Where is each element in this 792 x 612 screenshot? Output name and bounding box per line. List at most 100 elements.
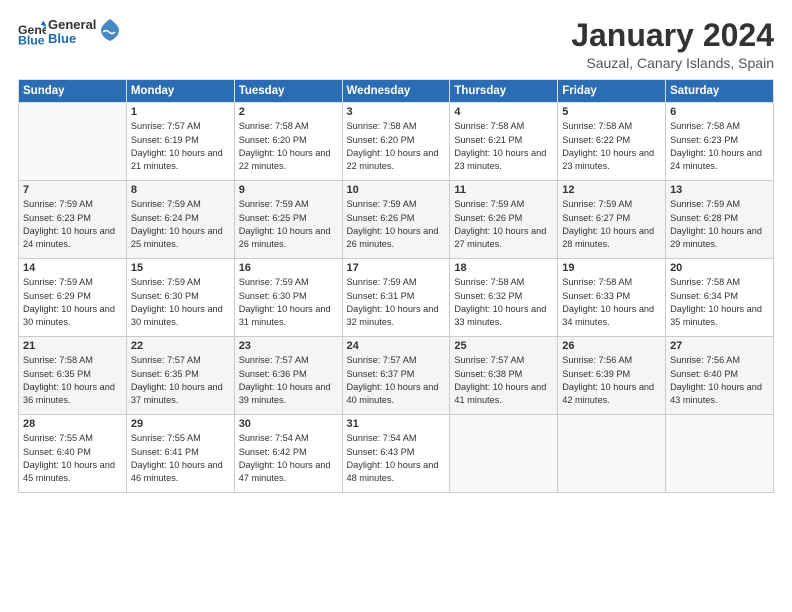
table-row: 24 Sunrise: 7:57 AMSunset: 6:37 PMDaylig… bbox=[342, 337, 450, 415]
cell-content: Sunrise: 7:54 AMSunset: 6:42 PMDaylight:… bbox=[239, 432, 338, 485]
table-row: 27 Sunrise: 7:56 AMSunset: 6:40 PMDaylig… bbox=[666, 337, 774, 415]
day-number: 20 bbox=[670, 262, 769, 274]
day-number: 23 bbox=[239, 340, 338, 352]
table-row: 15 Sunrise: 7:59 AMSunset: 6:30 PMDaylig… bbox=[126, 259, 234, 337]
cell-content: Sunrise: 7:56 AMSunset: 6:40 PMDaylight:… bbox=[670, 354, 769, 407]
table-row bbox=[666, 415, 774, 493]
title-block: January 2024 Sauzal, Canary Islands, Spa… bbox=[571, 18, 774, 71]
day-number: 12 bbox=[562, 184, 661, 196]
page-header: General Blue General Blue January 2024 S… bbox=[18, 18, 774, 71]
calendar-week-row: 7 Sunrise: 7:59 AMSunset: 6:23 PMDayligh… bbox=[19, 181, 774, 259]
table-row: 4 Sunrise: 7:58 AMSunset: 6:21 PMDayligh… bbox=[450, 103, 558, 181]
day-number: 28 bbox=[23, 418, 122, 430]
table-row: 7 Sunrise: 7:59 AMSunset: 6:23 PMDayligh… bbox=[19, 181, 127, 259]
table-row bbox=[558, 415, 666, 493]
cell-content: Sunrise: 7:59 AMSunset: 6:27 PMDaylight:… bbox=[562, 198, 661, 251]
cell-content: Sunrise: 7:59 AMSunset: 6:28 PMDaylight:… bbox=[670, 198, 769, 251]
day-number: 10 bbox=[347, 184, 446, 196]
day-number: 14 bbox=[23, 262, 122, 274]
table-row: 9 Sunrise: 7:59 AMSunset: 6:25 PMDayligh… bbox=[234, 181, 342, 259]
cell-content: Sunrise: 7:59 AMSunset: 6:29 PMDaylight:… bbox=[23, 276, 122, 329]
table-row: 29 Sunrise: 7:55 AMSunset: 6:41 PMDaylig… bbox=[126, 415, 234, 493]
cell-content: Sunrise: 7:57 AMSunset: 6:35 PMDaylight:… bbox=[131, 354, 230, 407]
table-row: 8 Sunrise: 7:59 AMSunset: 6:24 PMDayligh… bbox=[126, 181, 234, 259]
day-number: 30 bbox=[239, 418, 338, 430]
table-row: 6 Sunrise: 7:58 AMSunset: 6:23 PMDayligh… bbox=[666, 103, 774, 181]
cell-content: Sunrise: 7:59 AMSunset: 6:26 PMDaylight:… bbox=[454, 198, 553, 251]
table-row: 11 Sunrise: 7:59 AMSunset: 6:26 PMDaylig… bbox=[450, 181, 558, 259]
col-saturday: Saturday bbox=[666, 80, 774, 103]
day-number: 3 bbox=[347, 106, 446, 118]
table-row: 25 Sunrise: 7:57 AMSunset: 6:38 PMDaylig… bbox=[450, 337, 558, 415]
day-number: 25 bbox=[454, 340, 553, 352]
logo-icon: General Blue bbox=[18, 18, 46, 46]
day-number: 6 bbox=[670, 106, 769, 118]
day-number: 2 bbox=[239, 106, 338, 118]
table-row bbox=[19, 103, 127, 181]
cell-content: Sunrise: 7:59 AMSunset: 6:30 PMDaylight:… bbox=[131, 276, 230, 329]
day-number: 19 bbox=[562, 262, 661, 274]
day-number: 16 bbox=[239, 262, 338, 274]
day-number: 15 bbox=[131, 262, 230, 274]
table-row: 21 Sunrise: 7:58 AMSunset: 6:35 PMDaylig… bbox=[19, 337, 127, 415]
cell-content: Sunrise: 7:59 AMSunset: 6:31 PMDaylight:… bbox=[347, 276, 446, 329]
cell-content: Sunrise: 7:57 AMSunset: 6:19 PMDaylight:… bbox=[131, 120, 230, 173]
day-number: 21 bbox=[23, 340, 122, 352]
cell-content: Sunrise: 7:58 AMSunset: 6:20 PMDaylight:… bbox=[347, 120, 446, 173]
calendar-page: General Blue General Blue January 2024 S… bbox=[0, 0, 792, 612]
table-row: 17 Sunrise: 7:59 AMSunset: 6:31 PMDaylig… bbox=[342, 259, 450, 337]
calendar-table: Sunday Monday Tuesday Wednesday Thursday… bbox=[18, 79, 774, 493]
table-row: 18 Sunrise: 7:58 AMSunset: 6:32 PMDaylig… bbox=[450, 259, 558, 337]
cell-content: Sunrise: 7:58 AMSunset: 6:33 PMDaylight:… bbox=[562, 276, 661, 329]
logo-blue: Blue bbox=[48, 32, 96, 46]
cell-content: Sunrise: 7:55 AMSunset: 6:40 PMDaylight:… bbox=[23, 432, 122, 485]
col-sunday: Sunday bbox=[19, 80, 127, 103]
calendar-week-row: 1 Sunrise: 7:57 AMSunset: 6:19 PMDayligh… bbox=[19, 103, 774, 181]
day-number: 4 bbox=[454, 106, 553, 118]
svg-text:Blue: Blue bbox=[18, 34, 45, 47]
table-row: 31 Sunrise: 7:54 AMSunset: 6:43 PMDaylig… bbox=[342, 415, 450, 493]
col-thursday: Thursday bbox=[450, 80, 558, 103]
cell-content: Sunrise: 7:57 AMSunset: 6:38 PMDaylight:… bbox=[454, 354, 553, 407]
cell-content: Sunrise: 7:58 AMSunset: 6:23 PMDaylight:… bbox=[670, 120, 769, 173]
cell-content: Sunrise: 7:58 AMSunset: 6:32 PMDaylight:… bbox=[454, 276, 553, 329]
table-row: 3 Sunrise: 7:58 AMSunset: 6:20 PMDayligh… bbox=[342, 103, 450, 181]
col-tuesday: Tuesday bbox=[234, 80, 342, 103]
cell-content: Sunrise: 7:56 AMSunset: 6:39 PMDaylight:… bbox=[562, 354, 661, 407]
day-number: 17 bbox=[347, 262, 446, 274]
day-number: 11 bbox=[454, 184, 553, 196]
day-number: 27 bbox=[670, 340, 769, 352]
cell-content: Sunrise: 7:58 AMSunset: 6:21 PMDaylight:… bbox=[454, 120, 553, 173]
table-row bbox=[450, 415, 558, 493]
calendar-header-row: Sunday Monday Tuesday Wednesday Thursday… bbox=[19, 80, 774, 103]
table-row: 22 Sunrise: 7:57 AMSunset: 6:35 PMDaylig… bbox=[126, 337, 234, 415]
cell-content: Sunrise: 7:59 AMSunset: 6:24 PMDaylight:… bbox=[131, 198, 230, 251]
calendar-week-row: 14 Sunrise: 7:59 AMSunset: 6:29 PMDaylig… bbox=[19, 259, 774, 337]
cell-content: Sunrise: 7:58 AMSunset: 6:20 PMDaylight:… bbox=[239, 120, 338, 173]
col-wednesday: Wednesday bbox=[342, 80, 450, 103]
table-row: 12 Sunrise: 7:59 AMSunset: 6:27 PMDaylig… bbox=[558, 181, 666, 259]
cell-content: Sunrise: 7:58 AMSunset: 6:34 PMDaylight:… bbox=[670, 276, 769, 329]
table-row: 23 Sunrise: 7:57 AMSunset: 6:36 PMDaylig… bbox=[234, 337, 342, 415]
cell-content: Sunrise: 7:54 AMSunset: 6:43 PMDaylight:… bbox=[347, 432, 446, 485]
table-row: 19 Sunrise: 7:58 AMSunset: 6:33 PMDaylig… bbox=[558, 259, 666, 337]
day-number: 1 bbox=[131, 106, 230, 118]
day-number: 18 bbox=[454, 262, 553, 274]
table-row: 2 Sunrise: 7:58 AMSunset: 6:20 PMDayligh… bbox=[234, 103, 342, 181]
day-number: 31 bbox=[347, 418, 446, 430]
day-number: 13 bbox=[670, 184, 769, 196]
day-number: 22 bbox=[131, 340, 230, 352]
cell-content: Sunrise: 7:58 AMSunset: 6:22 PMDaylight:… bbox=[562, 120, 661, 173]
table-row: 1 Sunrise: 7:57 AMSunset: 6:19 PMDayligh… bbox=[126, 103, 234, 181]
table-row: 10 Sunrise: 7:59 AMSunset: 6:26 PMDaylig… bbox=[342, 181, 450, 259]
day-number: 29 bbox=[131, 418, 230, 430]
calendar-week-row: 21 Sunrise: 7:58 AMSunset: 6:35 PMDaylig… bbox=[19, 337, 774, 415]
cell-content: Sunrise: 7:57 AMSunset: 6:37 PMDaylight:… bbox=[347, 354, 446, 407]
calendar-week-row: 28 Sunrise: 7:55 AMSunset: 6:40 PMDaylig… bbox=[19, 415, 774, 493]
day-number: 24 bbox=[347, 340, 446, 352]
day-number: 26 bbox=[562, 340, 661, 352]
table-row: 13 Sunrise: 7:59 AMSunset: 6:28 PMDaylig… bbox=[666, 181, 774, 259]
table-row: 14 Sunrise: 7:59 AMSunset: 6:29 PMDaylig… bbox=[19, 259, 127, 337]
day-number: 5 bbox=[562, 106, 661, 118]
logo-general: General bbox=[48, 18, 96, 32]
